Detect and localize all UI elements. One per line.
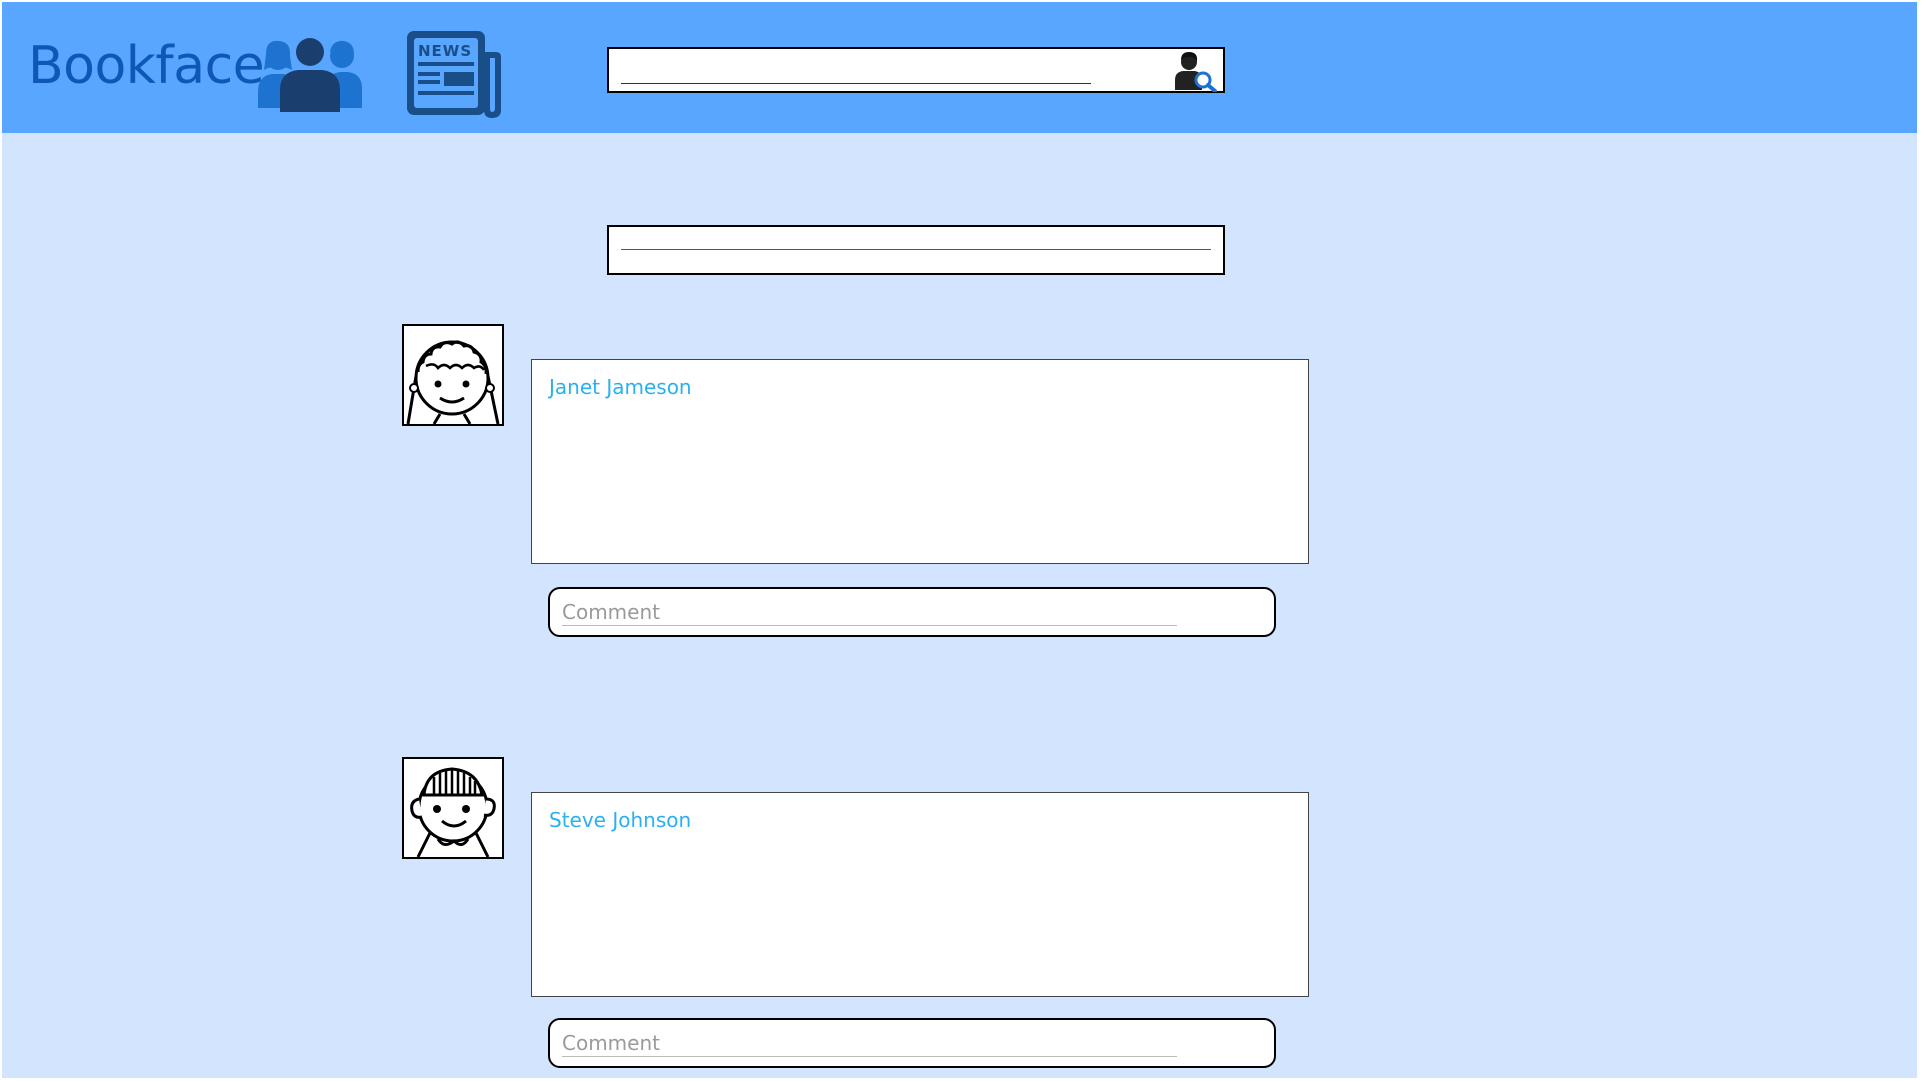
app-frame: Bookface NEWS Janet Jameson Comment Stev… xyxy=(2,2,1917,1078)
avatar-steve-johnson[interactable] xyxy=(402,757,504,859)
status-composer xyxy=(607,225,1225,275)
comment-box xyxy=(548,1018,1276,1068)
news-icon[interactable]: NEWS xyxy=(404,28,504,122)
avatar-janet-jameson[interactable] xyxy=(402,324,504,426)
search-bar xyxy=(607,47,1225,93)
status-input[interactable] xyxy=(621,235,1211,250)
girl-avatar-icon xyxy=(406,340,500,424)
post-card: Steve Johnson xyxy=(531,792,1309,997)
app-logo[interactable]: Bookface xyxy=(28,36,265,96)
boy-avatar-icon xyxy=(410,767,496,857)
user-search-icon[interactable] xyxy=(1169,50,1221,93)
search-input[interactable] xyxy=(621,57,1091,84)
friends-icon[interactable] xyxy=(258,32,362,112)
top-header: Bookface NEWS xyxy=(2,2,1917,133)
comment-input[interactable] xyxy=(562,1030,1177,1057)
comment-box xyxy=(548,587,1276,637)
post-author[interactable]: Steve Johnson xyxy=(549,808,691,832)
comment-input[interactable] xyxy=(562,599,1177,626)
post-author[interactable]: Janet Jameson xyxy=(549,375,692,399)
post-card: Janet Jameson xyxy=(531,359,1309,564)
news-icon-label: NEWS xyxy=(418,42,472,60)
